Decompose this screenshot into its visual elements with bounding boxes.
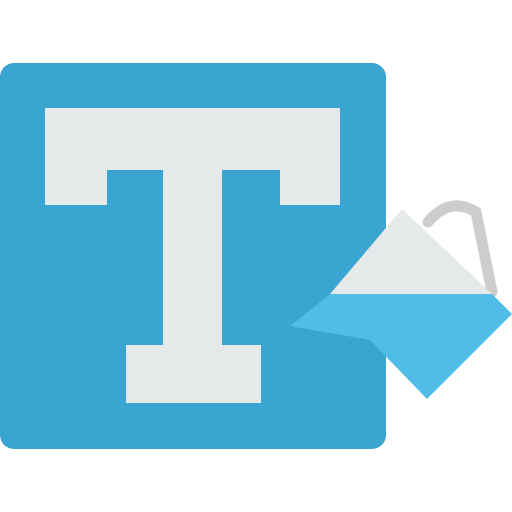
- text-fill-color-graphic: [0, 63, 512, 449]
- text-fill-color-icon: [0, 0, 512, 512]
